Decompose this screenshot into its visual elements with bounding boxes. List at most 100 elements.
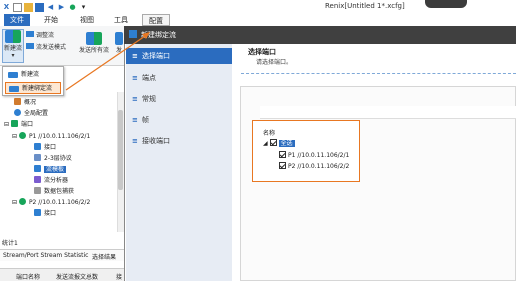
stream-icon xyxy=(34,165,41,172)
nav-label: 接收端口 xyxy=(142,137,170,145)
partial-send-button[interactable]: 发 xyxy=(114,32,124,54)
nav-item-receive-port[interactable]: ≡ 接收端口 xyxy=(126,133,232,149)
partial-send-icon xyxy=(115,32,123,45)
port2-checkbox[interactable] xyxy=(279,162,286,169)
binding-stream-icon xyxy=(9,86,19,92)
nav-label: 选择端口 xyxy=(142,52,170,60)
menu-item-new-binding-stream[interactable]: 新建绑定流 xyxy=(5,82,61,94)
port1-checkbox[interactable] xyxy=(279,151,286,158)
menu-item-label: 新建绑定流 xyxy=(22,85,53,92)
tree-item-capture[interactable]: 数据包捕获 xyxy=(34,187,74,197)
tab-stream-statistic[interactable]: Stream/Port Stream Statistic xyxy=(3,252,88,259)
tree-item-protocol[interactable]: 2-3层协议 xyxy=(34,154,72,164)
port1-label: P1 //10.0.11.106/2/1 xyxy=(288,152,350,159)
port2-row[interactable]: P2 //10.0.11.106/2/2 xyxy=(279,162,349,171)
port-status-icon xyxy=(18,132,26,139)
tree-item-port[interactable]: ⊟ 端口 xyxy=(4,120,33,130)
tree-label: 端口 xyxy=(20,121,33,128)
play-icon[interactable]: ● xyxy=(68,3,77,12)
column-sent-total[interactable]: 发送流报文总数 xyxy=(56,272,98,281)
tree-scrollbar-thumb[interactable] xyxy=(118,110,123,190)
menu-start[interactable]: 开始 xyxy=(38,14,64,26)
select-all-row[interactable]: ◢ 全选 xyxy=(263,139,295,148)
new-stream-button[interactable]: 新建流 ▾ xyxy=(2,29,24,63)
tree-label: 2-3层协议 xyxy=(44,155,72,162)
new-file-icon[interactable] xyxy=(13,2,22,12)
pane-subtitle: 请选择端口。 xyxy=(256,59,293,66)
customize-icon[interactable]: ▾ xyxy=(79,3,88,12)
adjust-stream-button[interactable]: 调整流 xyxy=(26,30,54,39)
save-icon[interactable] xyxy=(35,2,44,12)
tree-item-port1[interactable]: ⊟ P1 //10.0.11.106/2/1 xyxy=(12,132,90,142)
tree-label: 接口 xyxy=(44,144,57,151)
port-list: 名称 ◢ 全选 P1 //10.0.11.106/2/1 P2 //10.0.1… xyxy=(252,120,360,182)
port2-label: P2 //10.0.11.106/2/2 xyxy=(288,163,350,170)
adjust-stream-label: 调整流 xyxy=(36,32,55,39)
menu-file[interactable]: 文件 xyxy=(4,14,30,26)
menu-view[interactable]: 视图 xyxy=(74,14,100,26)
nav-item-frame[interactable]: ≡ 帧 xyxy=(126,112,232,128)
tab-select-result[interactable]: 选择结果 xyxy=(92,252,116,261)
dialog-icon xyxy=(129,30,137,38)
list-icon: ≡ xyxy=(132,74,138,82)
list-header: 名称 xyxy=(263,130,276,137)
ribbon: 新建流 ▾ 调整流 流发送模式 发送所有流 发 xyxy=(0,26,125,66)
send-all-streams-label: 发送所有流 xyxy=(78,47,109,54)
redo-icon[interactable]: ▶ xyxy=(57,3,66,12)
tree-label: 接口 xyxy=(44,210,57,217)
chevron-down-icon: ▾ xyxy=(11,52,15,59)
stream-send-mode-label: 流发送模式 xyxy=(36,44,67,51)
interface-icon xyxy=(34,143,41,150)
expand-icon[interactable]: ⊟ xyxy=(12,133,19,140)
bottom-tabs: Stream/Port Stream Statistic 选择结果 xyxy=(0,249,125,261)
tree-item-global-config[interactable]: 全局配置 xyxy=(14,109,48,119)
app-logo-icon: X xyxy=(3,2,10,11)
project-tree: 概况 全局配置 ⊟ 端口 ⊟ P1 //10.0.11.106/2/1 接口 2… xyxy=(0,90,125,260)
divider xyxy=(241,73,516,74)
wizard-nav: ≡ 选择端口 ≡ 端点 ≡ 常规 ≡ 帧 ≡ 接收端口 xyxy=(126,44,232,281)
list-icon: ≡ xyxy=(132,95,138,103)
nav-label: 端点 xyxy=(142,74,156,82)
stats-grid-header: 端口名称 发送流报文总数 接 xyxy=(0,268,125,281)
gear-icon xyxy=(14,109,21,116)
column-recv[interactable]: 接 xyxy=(116,272,122,281)
nav-item-endpoint[interactable]: ≡ 端点 xyxy=(126,70,232,86)
quick-access-toolbar: X ◀ ▶ ● ▾ xyxy=(2,1,88,13)
undo-icon[interactable]: ◀ xyxy=(46,3,55,12)
port1-row[interactable]: P1 //10.0.11.106/2/1 xyxy=(279,151,349,160)
expand-icon[interactable]: ⊟ xyxy=(4,121,11,128)
menu-item-new-stream[interactable]: 新建流 xyxy=(5,69,61,81)
tree-item-port2[interactable]: ⊟ P2 //10.0.11.106/2/2 xyxy=(12,198,90,208)
tree-item-stream-analyzer[interactable]: 流分析器 xyxy=(34,176,68,186)
nav-item-general[interactable]: ≡ 常规 xyxy=(126,91,232,107)
port-status-icon xyxy=(18,198,26,205)
list-icon: ≡ xyxy=(132,52,138,60)
new-stream-icon xyxy=(5,30,21,43)
open-folder-icon[interactable] xyxy=(24,2,33,12)
send-all-streams-button[interactable]: 发送所有流 xyxy=(76,32,112,54)
menu-tools[interactable]: 工具 xyxy=(108,14,134,26)
tree-label: 概况 xyxy=(24,99,37,106)
tree-label: P1 //10.0.11.106/2/1 xyxy=(28,133,91,140)
select-all-label: 全选 xyxy=(278,140,295,147)
column-port-name[interactable]: 端口名称 xyxy=(16,272,40,281)
nav-item-select-port[interactable]: ≡ 选择端口 xyxy=(126,48,232,64)
nav-label: 常规 xyxy=(142,95,156,103)
list-icon: ≡ xyxy=(132,137,138,145)
tree-item-interface[interactable]: 接口 xyxy=(34,143,56,153)
protocol-icon xyxy=(34,154,41,161)
tree-item-interface2[interactable]: 接口 xyxy=(34,209,56,219)
menu-bar: 文件 开始 视图 工具 配置 xyxy=(0,14,516,26)
tree-item-stream-template[interactable]: 流模板 xyxy=(34,165,67,175)
dialog-title: 新建绑定流 xyxy=(141,31,176,39)
menu-config[interactable]: 配置 xyxy=(142,14,170,26)
select-all-checkbox[interactable] xyxy=(269,139,277,146)
new-stream-dropdown: 新建流 新建绑定流 xyxy=(2,66,64,96)
expand-icon[interactable]: ⊟ xyxy=(12,199,19,206)
stream-send-mode-icon xyxy=(26,43,34,49)
stream-send-mode-button[interactable]: 流发送模式 xyxy=(26,42,66,51)
dialog-title-bar: 新建绑定流 xyxy=(124,26,516,44)
tree-item-overview[interactable]: 概况 xyxy=(14,98,36,108)
window-title: Renix[Untitled 1*.xcfg] xyxy=(325,2,405,10)
list-icon: ≡ xyxy=(132,116,138,124)
